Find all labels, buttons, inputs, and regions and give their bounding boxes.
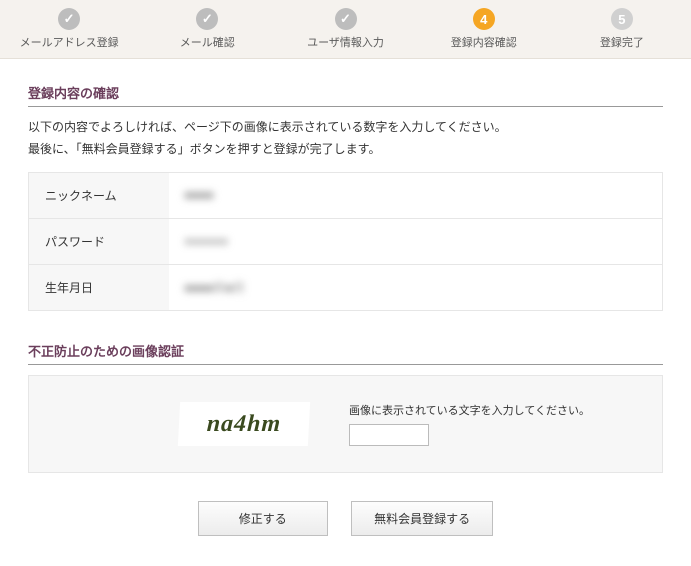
intro-line-2: 最後に、「無料会員登録する」ボタンを押すと登録が完了します。 bbox=[28, 139, 663, 159]
step-label: ユーザ情報入力 bbox=[276, 34, 414, 50]
step-label: 登録内容確認 bbox=[415, 34, 553, 50]
edit-button[interactable]: 修正する bbox=[198, 501, 328, 536]
check-icon: ✓ bbox=[196, 8, 218, 30]
details-table: ニックネーム ■■■■ パスワード ●●●●●● 生年月日 ■■■■年■月 bbox=[28, 172, 663, 311]
table-row: パスワード ●●●●●● bbox=[29, 218, 663, 264]
step-label: メールアドレス登録 bbox=[0, 34, 138, 50]
password-label: パスワード bbox=[29, 218, 169, 264]
table-row: ニックネーム ■■■■ bbox=[29, 172, 663, 218]
captcha-prompt: 画像に表示されている文字を入力してください。 bbox=[349, 402, 642, 418]
check-icon: ✓ bbox=[58, 8, 80, 30]
dob-label: 生年月日 bbox=[29, 264, 169, 310]
step-confirm: 4 登録内容確認 bbox=[415, 8, 553, 50]
step-email-confirm: ✓ メール確認 bbox=[138, 8, 276, 50]
step-label: 登録完了 bbox=[553, 34, 691, 50]
section-title-confirm: 登録内容の確認 bbox=[28, 83, 663, 107]
dob-value: ■■■■年■月 bbox=[185, 281, 245, 295]
step-user-info: ✓ ユーザ情報入力 bbox=[276, 8, 414, 50]
captcha-box: na4hm 画像に表示されている文字を入力してください。 bbox=[28, 375, 663, 473]
step-complete: 5 登録完了 bbox=[553, 8, 691, 50]
progress-steps: ✓ メールアドレス登録 ✓ メール確認 ✓ ユーザ情報入力 4 登録内容確認 5… bbox=[0, 0, 691, 59]
captcha-input[interactable] bbox=[349, 424, 429, 446]
nickname-label: ニックネーム bbox=[29, 172, 169, 218]
intro-text: 以下の内容でよろしければ、ページ下の画像に表示されている数字を入力してください。… bbox=[28, 117, 663, 160]
captcha-image: na4hm bbox=[178, 402, 310, 446]
check-icon: ✓ bbox=[335, 8, 357, 30]
table-row: 生年月日 ■■■■年■月 bbox=[29, 264, 663, 310]
step-email-register: ✓ メールアドレス登録 bbox=[0, 8, 138, 50]
section-title-captcha: 不正防止のための画像認証 bbox=[28, 341, 663, 365]
password-value: ●●●●●● bbox=[185, 234, 229, 248]
step-label: メール確認 bbox=[138, 34, 276, 50]
step-number-icon: 5 bbox=[611, 8, 633, 30]
button-row: 修正する 無料会員登録する bbox=[28, 501, 663, 536]
submit-button[interactable]: 無料会員登録する bbox=[351, 501, 493, 536]
intro-line-1: 以下の内容でよろしければ、ページ下の画像に表示されている数字を入力してください。 bbox=[28, 117, 663, 137]
step-number-icon: 4 bbox=[473, 8, 495, 30]
nickname-value: ■■■■ bbox=[185, 188, 214, 202]
